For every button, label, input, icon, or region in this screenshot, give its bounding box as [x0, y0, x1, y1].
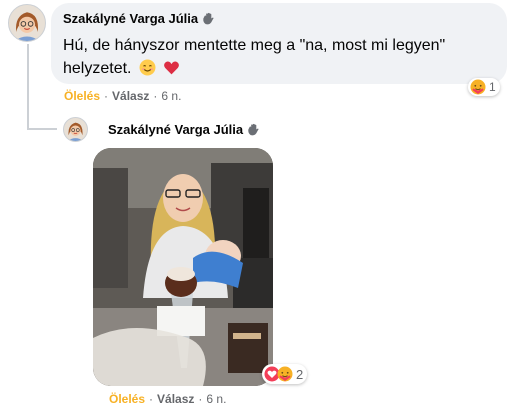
- waving-hand-icon: [246, 122, 261, 137]
- avatar[interactable]: [63, 117, 88, 142]
- reply-author[interactable]: Szakályné Varga Júlia: [108, 122, 261, 137]
- reaction-summary[interactable]: 2: [262, 364, 308, 384]
- comment-timestamp[interactable]: 6 n.: [161, 89, 181, 103]
- red-heart-icon: [163, 59, 180, 83]
- separator-dot: ·: [104, 89, 109, 103]
- reply-button[interactable]: Válasz: [112, 89, 149, 103]
- reply-timestamp[interactable]: 6 n.: [206, 392, 226, 406]
- smiling-face-icon: [139, 59, 156, 83]
- reaction-summary[interactable]: 1: [468, 78, 500, 96]
- reply-photo[interactable]: [93, 148, 273, 386]
- avatar[interactable]: [8, 4, 46, 42]
- reply-author-name[interactable]: Szakályné Varga Júlia: [108, 122, 243, 137]
- care-reaction-icon: [470, 79, 486, 95]
- care-reaction-icon: [277, 366, 293, 382]
- thread-line-vertical: [27, 44, 29, 130]
- comment-text: Hú, de hányszor mentette meg a "na, most…: [63, 34, 483, 83]
- waving-hand-icon: [201, 11, 216, 26]
- separator-dot: ·: [153, 89, 158, 103]
- reaction-count: 1: [489, 80, 496, 94]
- comment-text-body: Hú, de hányszor mentette meg a "na, most…: [63, 37, 446, 77]
- comment-bubble: Szakályné Varga Júlia Hú, de hányszor me…: [51, 3, 507, 84]
- comment-author[interactable]: Szakályné Varga Júlia: [63, 11, 216, 26]
- reaction-count: 2: [296, 366, 304, 382]
- separator-dot: ·: [149, 392, 154, 406]
- thread-line-curve: [27, 128, 57, 130]
- hug-button[interactable]: Ölelés: [64, 89, 100, 103]
- comment-actions: Ölelés · Válasz · 6 n.: [64, 89, 181, 103]
- separator-dot: ·: [198, 392, 203, 406]
- hug-button[interactable]: Ölelés: [109, 392, 145, 406]
- comment-author-name[interactable]: Szakályné Varga Júlia: [63, 11, 198, 26]
- reply-button[interactable]: Válasz: [157, 392, 194, 406]
- reply-actions: Ölelés · Válasz · 6 n.: [109, 392, 226, 406]
